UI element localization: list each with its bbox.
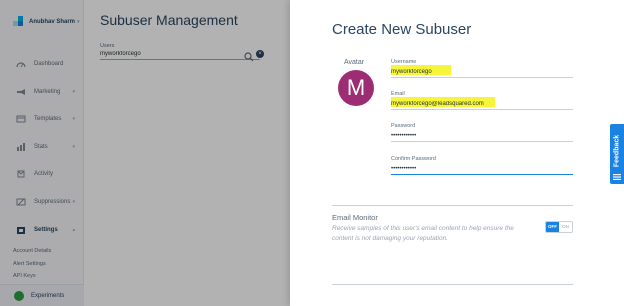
confirm-password-label: Confirm Password — [391, 156, 436, 162]
section-divider — [332, 284, 573, 285]
username-input[interactable] — [391, 67, 573, 78]
email-field: Email — [391, 91, 573, 110]
feedback-tab[interactable]: Feedback — [610, 124, 624, 184]
avatar[interactable]: M — [338, 70, 374, 106]
modal-backdrop[interactable] — [0, 0, 290, 306]
avatar-label: Avatar — [344, 59, 365, 66]
feedback-label: Feedback — [613, 134, 621, 168]
feedback-icon — [613, 174, 621, 180]
email-monitor-title: Email Monitor — [332, 213, 378, 222]
toggle-on-option[interactable]: ON — [559, 222, 572, 232]
password-field: Password — [391, 123, 573, 142]
create-subuser-panel: Create New Subuser Avatar M Username Ema… — [290, 0, 624, 306]
password-label: Password — [391, 123, 416, 129]
email-input[interactable] — [391, 99, 573, 110]
confirm-password-field: Confirm Password — [391, 156, 573, 175]
password-input[interactable] — [391, 131, 573, 142]
confirm-password-input[interactable] — [391, 164, 573, 175]
toggle-off-option[interactable]: OFF — [546, 222, 559, 232]
section-divider — [332, 205, 573, 206]
email-monitor-toggle[interactable]: OFF ON — [545, 221, 573, 233]
username-field: Username — [391, 59, 573, 78]
panel-title: Create New Subuser — [332, 21, 472, 38]
email-monitor-description: Receive samples of this user's email con… — [332, 225, 514, 242]
